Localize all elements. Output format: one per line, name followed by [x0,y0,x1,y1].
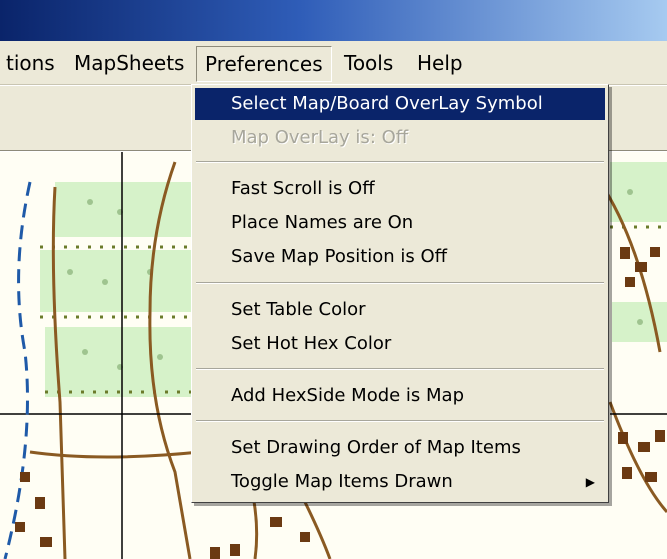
menu-item-select-overlay-symbol[interactable]: Select Map/Board OverLay Symbol [195,88,605,120]
menu-item-set-hot-hex-color[interactable]: Set Hot Hex Color [195,328,605,360]
river [3,181,32,559]
submenu-arrow-icon: ▶ [585,475,595,489]
menu-item-set-table-color[interactable]: Set Table Color [195,294,605,326]
menu-separator [196,368,604,370]
wood-area [45,327,205,397]
menu-options[interactable]: tions [0,41,63,85]
menu-item-place-names[interactable]: Place Names are On [195,207,605,239]
title-bar [0,0,667,41]
menu-separator [196,420,604,422]
menu-bar: tions MapSheets Preferences Tools Help [0,41,667,85]
menu-item-add-hexside-mode[interactable]: Add HexSide Mode is Map [195,380,605,412]
menu-item-toggle-map-items-label: Toggle Map Items Drawn [231,471,453,492]
menu-separator [196,282,604,284]
menu-preferences[interactable]: Preferences [196,46,332,82]
menu-item-overlay-status: Map OverLay is: Off [231,127,409,148]
menu-item-save-map-position[interactable]: Save Map Position is Off [195,241,605,273]
menu-mapsheets[interactable]: MapSheets [66,41,192,85]
menu-separator [196,161,604,163]
wood-area [55,182,205,237]
menu-item-set-drawing-order[interactable]: Set Drawing Order of Map Items [195,432,605,464]
menu-help[interactable]: Help [409,41,471,85]
menu-item-toggle-map-items[interactable]: Toggle Map Items Drawn ▶ [195,466,605,498]
preferences-dropdown-menu: Select Map/Board OverLay Symbol Map Over… [191,84,609,503]
menu-item-fast-scroll[interactable]: Fast Scroll is Off [195,173,605,205]
menu-tools[interactable]: Tools [336,41,401,85]
